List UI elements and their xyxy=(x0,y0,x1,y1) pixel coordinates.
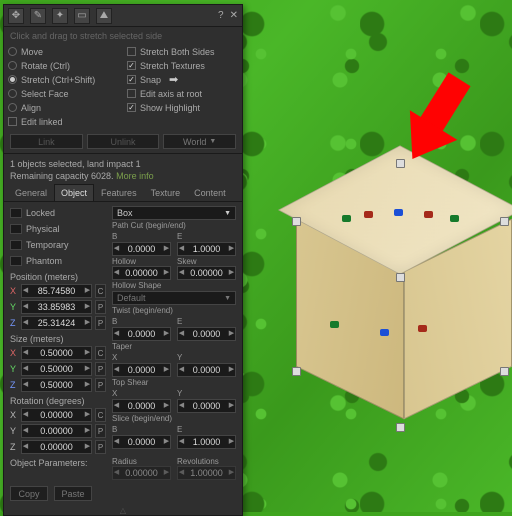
taper-x[interactable]: ◀0.0000▶ xyxy=(112,363,171,377)
resize-grip[interactable]: △ xyxy=(4,505,242,515)
pathcut-b[interactable]: ◀0.0000▶ xyxy=(112,242,171,256)
check-stretch-both[interactable]: Stretch Both Sides xyxy=(127,45,238,58)
build-tools-panel: ✥ ✎ ✦ ▭ ⛰ ? ✕ Click and drag to stretch … xyxy=(3,4,243,516)
check-phantom[interactable]: Phantom xyxy=(10,254,106,268)
radio-move[interactable]: Move xyxy=(8,45,119,58)
check-edit-root[interactable]: Edit axis at root xyxy=(127,87,238,100)
taper-y[interactable]: ◀0.0000▶ xyxy=(177,363,236,377)
label-rotation: Rotation (degrees) xyxy=(10,396,106,406)
label-size: Size (meters) xyxy=(10,334,106,344)
size-x[interactable]: ◀0.50000▶ xyxy=(21,346,92,360)
label-position: Position (meters) xyxy=(10,272,106,282)
tab-object[interactable]: Object xyxy=(54,184,94,201)
tabs: General Object Features Texture Content xyxy=(4,184,242,202)
tool-land-icon[interactable]: ⛰ xyxy=(96,8,112,24)
pos-z[interactable]: ◀25.31424▶ xyxy=(21,316,92,330)
tab-texture[interactable]: Texture xyxy=(144,184,188,201)
tool-hint: Click and drag to stretch selected side xyxy=(4,27,242,43)
pathcut-e[interactable]: ◀1.0000▶ xyxy=(177,242,236,256)
radius[interactable]: ◀0.00000▶ xyxy=(112,466,171,480)
radio-align[interactable]: Align xyxy=(8,101,119,114)
slice-e[interactable]: ◀1.0000▶ xyxy=(177,435,236,449)
world-menu[interactable]: World ▼ xyxy=(163,134,236,149)
tool-focus-icon[interactable]: ✥ xyxy=(8,8,24,24)
rot-x[interactable]: ◀0.00000▶ xyxy=(21,408,92,422)
hollow-shape-select[interactable]: Default▼ xyxy=(112,291,236,305)
pos-x[interactable]: ◀85.74580▶ xyxy=(21,284,92,298)
tool-create-icon[interactable]: ▭ xyxy=(74,8,90,24)
check-edit-linked[interactable]: Edit linked xyxy=(8,115,119,128)
help-icon[interactable]: ? xyxy=(218,10,224,21)
check-highlight[interactable]: ✓Show Highlight xyxy=(127,101,238,114)
paste-pos[interactable]: P xyxy=(95,300,106,314)
tab-features[interactable]: Features xyxy=(94,184,144,201)
paste-pos2[interactable]: P xyxy=(95,316,106,330)
snap-options-icon[interactable]: ➡ xyxy=(169,73,178,86)
twist-e[interactable]: ◀0.0000▶ xyxy=(177,327,236,341)
copy-pos[interactable]: C xyxy=(95,284,106,298)
label-obj-params: Object Parameters: xyxy=(10,458,106,468)
titlebar[interactable]: ✥ ✎ ✦ ▭ ⛰ ? ✕ xyxy=(4,5,242,27)
size-y[interactable]: ◀0.50000▶ xyxy=(21,362,92,376)
paste-button[interactable]: Paste xyxy=(54,486,92,501)
check-snap[interactable]: ✓Snap➡ xyxy=(127,73,238,86)
radio-stretch[interactable]: Stretch (Ctrl+Shift) xyxy=(8,73,119,86)
selection-status: 1 objects selected, land impact 1 Remain… xyxy=(4,156,242,184)
skew[interactable]: ◀0.00000▶ xyxy=(177,266,236,280)
shear-y[interactable]: ◀0.0000▶ xyxy=(177,399,236,413)
shear-x[interactable]: ◀0.0000▶ xyxy=(112,399,171,413)
pos-y[interactable]: ◀33.85983▶ xyxy=(21,300,92,314)
tool-edit-icon[interactable]: ✎ xyxy=(30,8,46,24)
slice-b[interactable]: ◀0.0000▶ xyxy=(112,435,171,449)
hollow[interactable]: ◀0.00000▶ xyxy=(112,266,171,280)
unlink-button[interactable]: Unlink xyxy=(87,134,160,149)
chevron-down-icon: ▼ xyxy=(224,210,231,217)
rot-y[interactable]: ◀0.00000▶ xyxy=(21,424,92,438)
check-physical[interactable]: Physical xyxy=(10,222,106,236)
tab-general[interactable]: General xyxy=(8,184,54,201)
rot-z[interactable]: ◀0.00000▶ xyxy=(21,440,92,454)
tool-wand-icon[interactable]: ✦ xyxy=(52,8,68,24)
annotation-arrow xyxy=(400,60,470,160)
revolutions[interactable]: ◀1.00000▶ xyxy=(177,466,236,480)
twist-b[interactable]: ◀0.0000▶ xyxy=(112,327,171,341)
chevron-down-icon: ▼ xyxy=(209,138,216,145)
radio-rotate[interactable]: Rotate (Ctrl) xyxy=(8,59,119,72)
radio-select-face[interactable]: Select Face xyxy=(8,87,119,100)
size-z[interactable]: ◀0.50000▶ xyxy=(21,378,92,392)
copy-button[interactable]: Copy xyxy=(10,486,48,501)
check-stretch-tex[interactable]: ✓Stretch Textures xyxy=(127,59,238,72)
prim-type-select[interactable]: Box▼ xyxy=(112,206,236,220)
more-info-link[interactable]: More info xyxy=(116,171,154,181)
check-temporary[interactable]: Temporary xyxy=(10,238,106,252)
close-icon[interactable]: ✕ xyxy=(230,10,238,21)
link-button[interactable]: Link xyxy=(10,134,83,149)
check-locked[interactable]: Locked xyxy=(10,206,106,220)
tab-content[interactable]: Content xyxy=(187,184,233,201)
